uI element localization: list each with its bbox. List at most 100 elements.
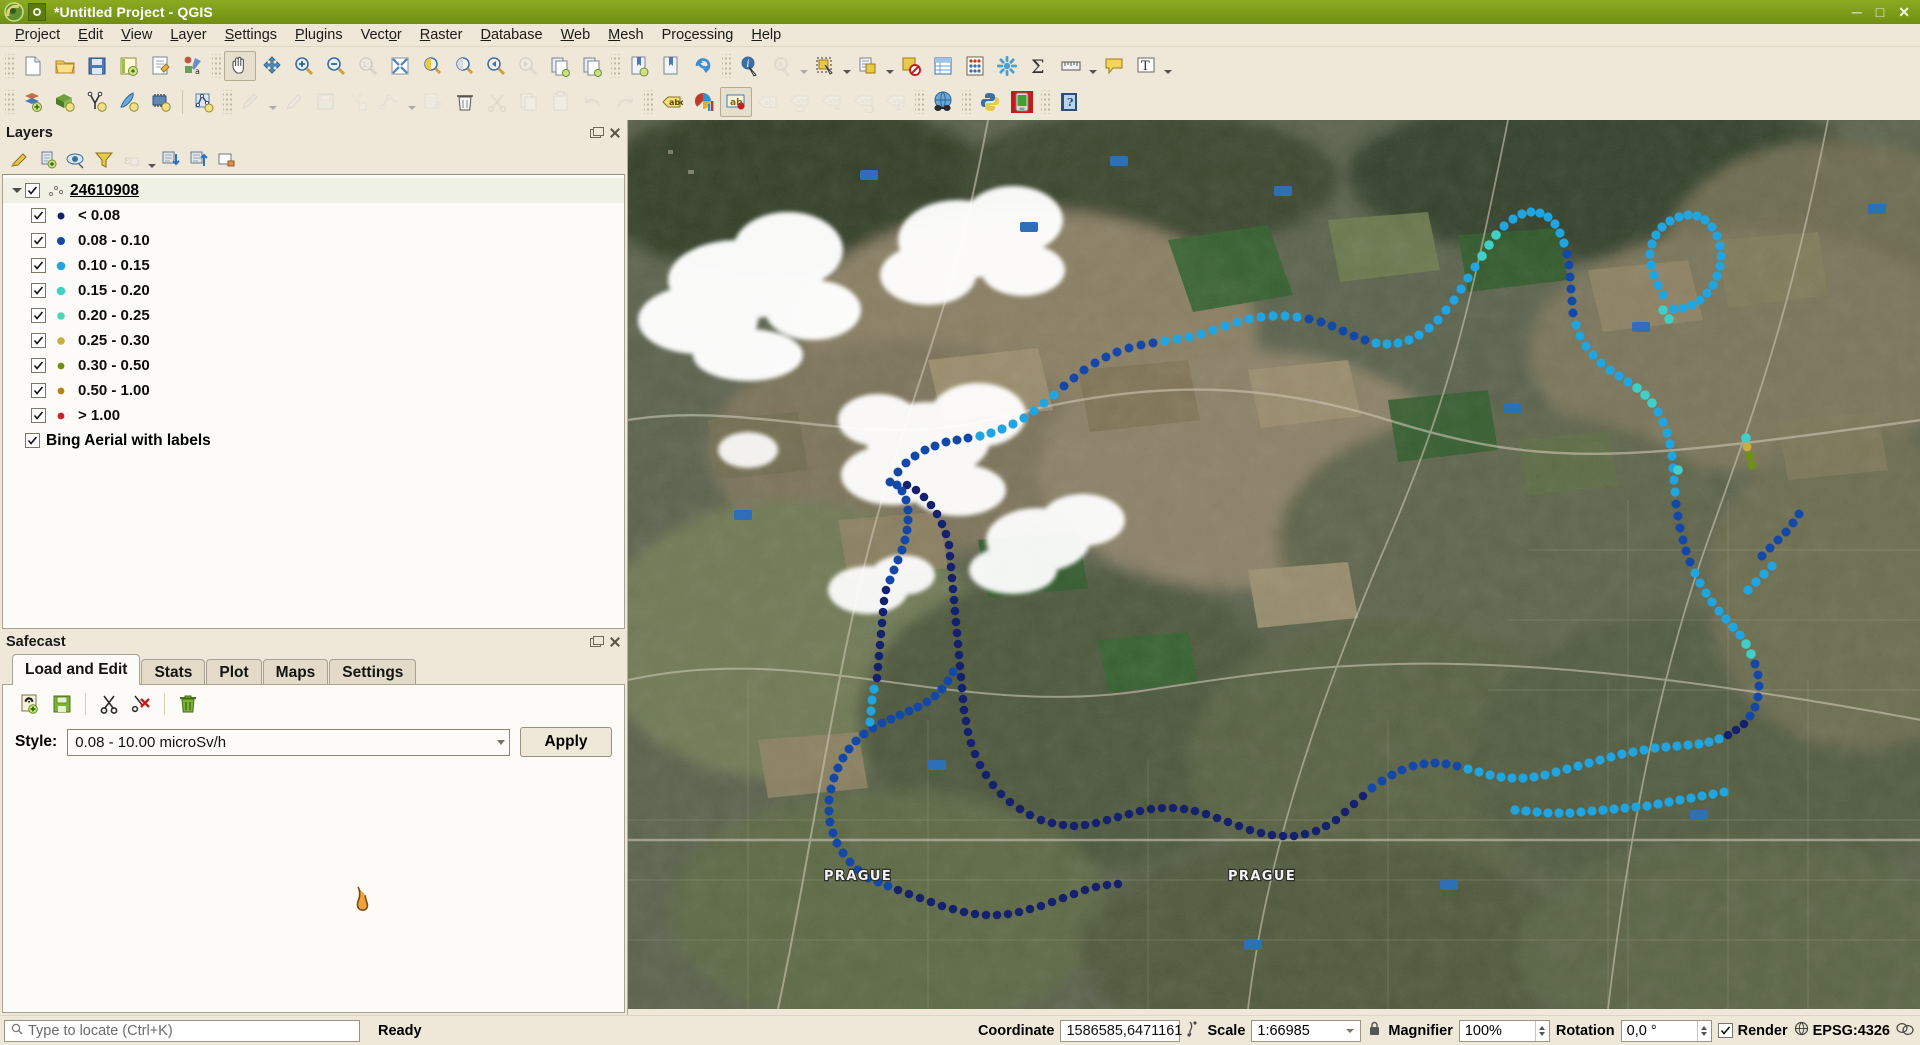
legend-item[interactable]: 0.08 - 0.10 (3, 228, 624, 253)
menu-plugins[interactable]: Plugins (286, 25, 352, 45)
render-checkbox[interactable] (1717, 1023, 1733, 1038)
messages-icon[interactable] (1896, 1021, 1916, 1041)
remove-measurements-icon[interactable] (126, 689, 156, 719)
tab-load-and-edit[interactable]: Load and Edit (12, 654, 141, 685)
measure-line-icon[interactable] (1055, 51, 1087, 81)
menu-processing[interactable]: Processing (653, 25, 743, 45)
menu-vector[interactable]: Vector (352, 25, 411, 45)
delete-selected-icon[interactable] (449, 87, 481, 117)
pan-to-selection-icon[interactable] (256, 51, 288, 81)
remove-layer-icon[interactable] (213, 148, 241, 172)
crs-selector[interactable]: EPSG:4326 (1794, 1021, 1890, 1040)
collapse-all-icon[interactable] (185, 148, 213, 172)
add-group-icon[interactable] (34, 148, 62, 172)
menu-raster[interactable]: Raster (411, 25, 472, 45)
new-map-view-icon[interactable] (544, 51, 576, 81)
safecast-plugin-icon[interactable] (1006, 87, 1038, 117)
menu-layer[interactable]: Layer (161, 25, 215, 45)
legend-item[interactable]: 0.15 - 0.20 (3, 278, 624, 303)
style-combobox[interactable]: 0.08 - 10.00 microSv/h (67, 728, 510, 756)
help-icon[interactable]: ? (1053, 87, 1085, 117)
add-virtual-layer-icon[interactable] (188, 87, 220, 117)
legend-visibility-checkbox[interactable] (31, 258, 46, 273)
field-calculator-icon[interactable] (959, 51, 991, 81)
add-vector-layer-icon[interactable] (17, 87, 49, 117)
add-raster-layer-icon[interactable] (49, 87, 81, 117)
pan-map-icon[interactable] (224, 50, 256, 81)
legend-visibility-checkbox[interactable] (31, 308, 46, 323)
vertex-tool-dropdown-icon[interactable] (406, 87, 417, 117)
open-layer-styling-panel-icon[interactable] (6, 148, 34, 172)
menu-web[interactable]: Web (552, 25, 600, 45)
current-edits-dropdown-icon[interactable] (267, 87, 278, 117)
legend-visibility-checkbox[interactable] (31, 358, 46, 373)
tab-maps[interactable]: Maps (262, 659, 329, 687)
menu-project[interactable]: Project (6, 25, 69, 45)
new-print-layout-icon[interactable] (145, 51, 177, 81)
lock-icon[interactable] (1367, 1020, 1382, 1041)
menu-mesh[interactable]: Mesh (599, 25, 652, 45)
map-render-area[interactable]: PRAGUE PRAGUE (628, 120, 1920, 1015)
zoom-out-icon[interactable] (320, 51, 352, 81)
metasearch-icon[interactable] (927, 87, 959, 117)
chevron-down-icon[interactable] (9, 183, 25, 199)
bookmarks-icon[interactable] (623, 51, 655, 81)
refresh-icon[interactable] (687, 51, 719, 81)
new-project-icon[interactable] (17, 51, 49, 81)
tab-settings[interactable]: Settings (329, 659, 417, 687)
toolbar-grip[interactable] (962, 90, 971, 114)
toolbar-grip[interactable] (223, 90, 232, 114)
rotation-spinbox[interactable]: 0,0 ° (1620, 1019, 1712, 1042)
annotation-dropdown-icon[interactable] (1162, 51, 1173, 81)
minimize-button[interactable]: ─ (1852, 5, 1862, 19)
processing-toolbox-icon[interactable] (991, 51, 1023, 81)
show-bookmarks-icon[interactable] (655, 51, 687, 81)
style-manager-icon[interactable]: a (177, 51, 209, 81)
toolbar-grip[interactable] (611, 53, 620, 78)
new-3d-map-view-icon[interactable] (576, 51, 608, 81)
layers-tree[interactable]: 24610908 < 0.08 0.08 - 0.10 0.10 - 0.15 (2, 174, 625, 629)
layers-float-button[interactable] (588, 125, 604, 141)
layers-close-button[interactable] (607, 125, 623, 141)
locate-input[interactable]: Type to locate (Ctrl+K) (4, 1019, 360, 1042)
save-project-as-icon[interactable] (113, 51, 145, 81)
diagram-icon[interactable] (688, 87, 720, 117)
zoom-to-selection-icon[interactable] (416, 51, 448, 81)
scale-combobox[interactable]: 1:66985 (1251, 1019, 1362, 1042)
load-measurements-icon[interactable] (15, 689, 45, 719)
basemap-visibility-checkbox[interactable] (25, 433, 40, 448)
tab-stats[interactable]: Stats (141, 659, 206, 687)
map-canvas[interactable]: PRAGUE PRAGUE (627, 120, 1920, 1015)
safecast-float-button[interactable] (588, 634, 604, 650)
zoom-to-layer-icon[interactable] (448, 51, 480, 81)
menu-view[interactable]: View (112, 25, 161, 45)
legend-item[interactable]: 0.30 - 0.50 (3, 353, 624, 378)
zoom-in-icon[interactable] (288, 51, 320, 81)
apply-button[interactable]: Apply (520, 727, 612, 757)
toolbar-grip[interactable] (644, 90, 653, 114)
layer-visibility-checkbox[interactable] (25, 183, 40, 198)
close-button[interactable]: ✕ (1898, 5, 1910, 19)
select-features-dropdown-icon[interactable] (841, 51, 852, 81)
run-feature-action-dropdown-icon[interactable] (798, 51, 809, 81)
toggle-extents-icon[interactable] (1186, 1020, 1201, 1041)
label-icon[interactable]: abc (656, 87, 688, 117)
legend-item[interactable]: 0.10 - 0.15 (3, 253, 624, 278)
legend-visibility-checkbox[interactable] (31, 333, 46, 348)
magnifier-spinbox[interactable]: 100% (1458, 1019, 1550, 1042)
layer-tree-item-24610908[interactable]: 24610908 (3, 178, 624, 203)
measure-dropdown-icon[interactable] (1087, 51, 1098, 81)
add-postgis-layer-icon[interactable] (113, 87, 145, 117)
map-tips-icon[interactable] (1098, 51, 1130, 81)
toolbar-grip[interactable] (5, 53, 14, 78)
maximize-button[interactable]: □ (1876, 5, 1884, 19)
highlight-pinned-labels-icon[interactable]: ab (720, 87, 752, 117)
text-annotation-icon[interactable]: T (1130, 51, 1162, 81)
legend-item[interactable]: > 1.00 (3, 403, 624, 428)
manage-map-themes-icon[interactable] (62, 148, 90, 172)
filter-legend-icon[interactable] (90, 148, 118, 172)
coordinate-input[interactable]: 1586585,6471161 (1060, 1019, 1182, 1042)
rotation-stepper[interactable] (1696, 1020, 1711, 1041)
legend-visibility-checkbox[interactable] (31, 383, 46, 398)
select-by-value-dropdown-icon[interactable] (884, 51, 895, 81)
